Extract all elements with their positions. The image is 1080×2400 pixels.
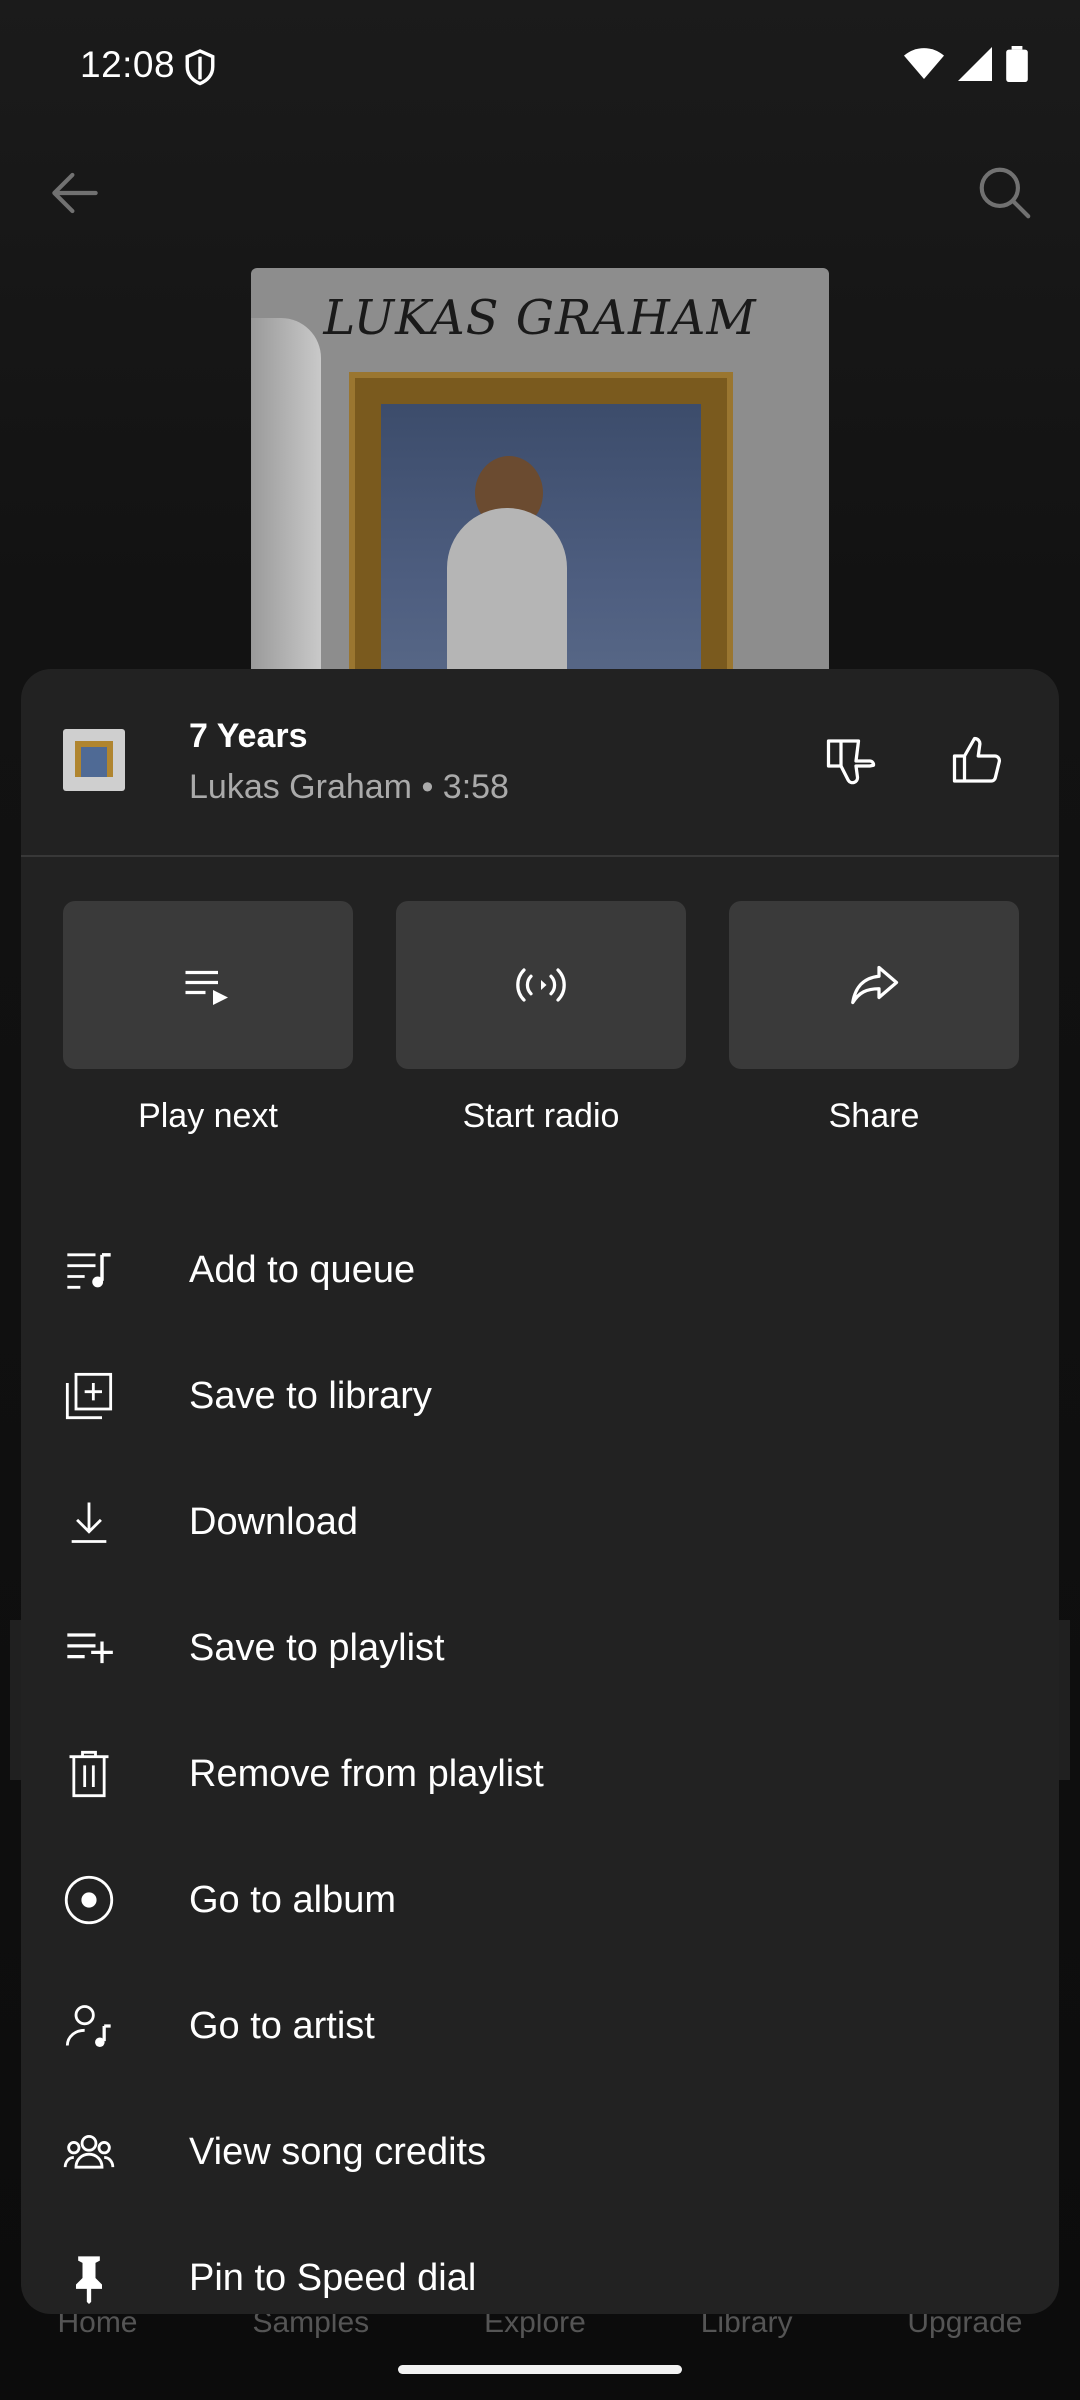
credits-icon	[63, 2126, 115, 2178]
like-button[interactable]	[947, 731, 1007, 791]
song-options-sheet: 7 Years Lukas Graham • 3:58 Play next St…	[21, 669, 1059, 2314]
album-icon	[63, 1874, 115, 1926]
menu-save-to-playlist[interactable]: Save to playlist	[21, 1585, 1059, 1711]
menu-add-to-queue[interactable]: Add to queue	[21, 1207, 1059, 1333]
back-arrow-icon	[44, 162, 106, 224]
pin-icon	[63, 2252, 115, 2304]
menu-label: View song credits	[189, 2131, 487, 2173]
play-next-label: Play next	[138, 1097, 278, 1135]
song-header: 7 Years Lukas Graham • 3:58	[21, 669, 1059, 857]
queue-music-icon	[63, 1244, 115, 1296]
album-art-text: LUKAS GRAHAM	[323, 290, 757, 346]
menu-go-to-album[interactable]: Go to album	[21, 1837, 1059, 1963]
album-art-person	[251, 318, 321, 688]
status-bar: 12:08	[0, 0, 1080, 130]
options-menu: Add to queue Save to library Download Sa…	[21, 1207, 1059, 2314]
battery-icon	[1006, 46, 1028, 82]
play-next-icon	[185, 970, 228, 1005]
playlist-add-icon	[63, 1622, 115, 1674]
shield-icon	[183, 48, 217, 88]
start-radio-button[interactable]: Start radio	[396, 901, 686, 1136]
dislike-button[interactable]	[821, 731, 881, 791]
play-next-button[interactable]: Play next	[63, 901, 353, 1136]
search-icon	[974, 162, 1036, 224]
menu-label: Download	[189, 1501, 358, 1543]
album-art: LUKAS GRAHAM	[251, 268, 829, 688]
menu-view-song-credits[interactable]: View song credits	[21, 2089, 1059, 2215]
trash-icon	[63, 1748, 115, 1800]
menu-label: Add to queue	[189, 1249, 416, 1291]
menu-pin-to-speed-dial[interactable]: Pin to Speed dial	[21, 2215, 1059, 2314]
menu-label: Save to library	[189, 1375, 432, 1417]
artist-icon	[63, 2000, 115, 2052]
share-icon	[851, 965, 899, 1005]
menu-label: Pin to Speed dial	[189, 2257, 477, 2299]
share-tile[interactable]	[729, 901, 1019, 1069]
library-add-icon	[63, 1370, 115, 1422]
thumbs-up-icon	[952, 736, 1002, 783]
thumbs-down-icon	[826, 739, 876, 785]
menu-label: Go to album	[189, 1879, 396, 1921]
menu-go-to-artist[interactable]: Go to artist	[21, 1963, 1059, 2089]
menu-save-to-library[interactable]: Save to library	[21, 1333, 1059, 1459]
share-button[interactable]: Share	[729, 901, 1019, 1136]
share-label: Share	[828, 1097, 920, 1135]
menu-download[interactable]: Download	[21, 1459, 1059, 1585]
menu-label: Remove from playlist	[189, 1753, 544, 1795]
quick-actions: Play next Start radio Share	[63, 901, 1019, 1136]
play-next-tile[interactable]	[63, 901, 353, 1069]
wifi-icon	[904, 48, 944, 80]
album-art-frame	[349, 372, 733, 688]
menu-remove-from-playlist[interactable]: Remove from playlist	[21, 1711, 1059, 1837]
download-icon	[63, 1496, 115, 1548]
start-radio-label: Start radio	[462, 1097, 620, 1135]
signal-icon	[958, 47, 992, 81]
song-thumbnail	[63, 729, 125, 791]
menu-label: Go to artist	[189, 2005, 375, 2047]
start-radio-tile[interactable]	[396, 901, 686, 1069]
radio-icon	[516, 968, 566, 1002]
song-title: 7 Years	[189, 717, 308, 755]
song-subtitle: Lukas Graham • 3:58	[189, 768, 509, 806]
gesture-navigation-bar[interactable]	[398, 2365, 682, 2374]
menu-label: Save to playlist	[189, 1627, 445, 1669]
status-time: 12:08	[80, 44, 176, 85]
